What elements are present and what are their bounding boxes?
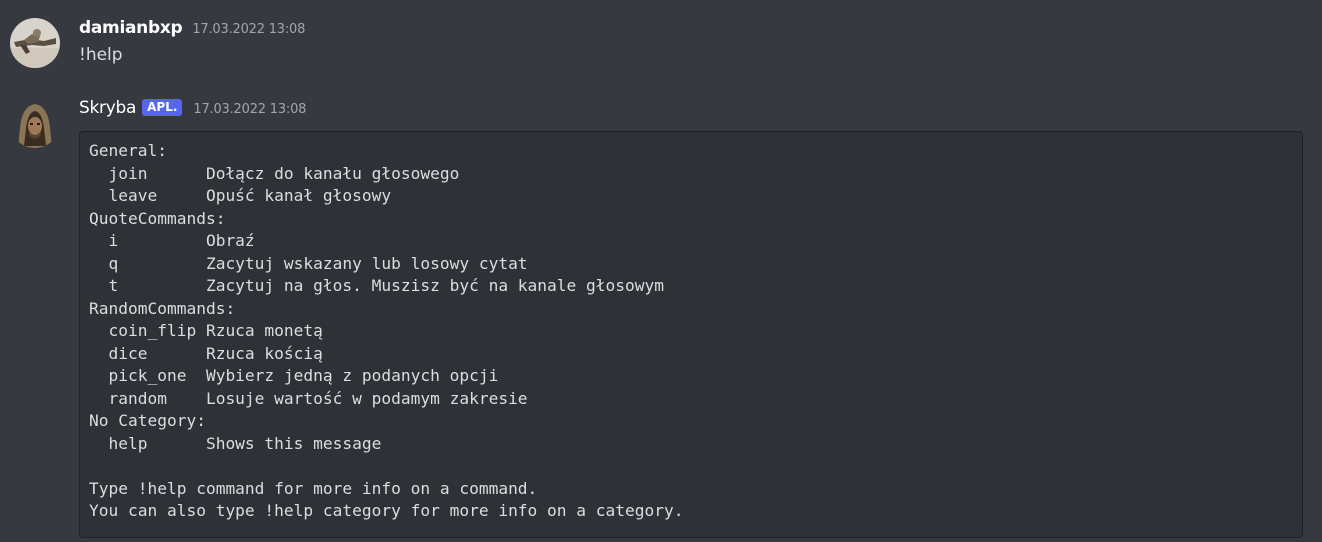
user-avatar-icon[interactable] (10, 18, 60, 68)
message-header: damianbxp 17.03.2022 13:08 (79, 18, 305, 38)
bot-avatar-icon[interactable] (10, 98, 60, 148)
code-block: General: join Dołącz do kanału głosowego… (79, 131, 1303, 538)
username[interactable]: damianbxp (79, 18, 183, 38)
app-badge: APL. (142, 99, 183, 116)
timestamp: 17.03.2022 13:08 (193, 102, 307, 117)
message-header: Skryba APL. 17.03.2022 13:08 (79, 98, 306, 118)
username[interactable]: Skryba (79, 98, 136, 118)
message-content: !help (79, 45, 123, 65)
code-block-text: General: join Dołącz do kanału głosowego… (89, 141, 684, 520)
timestamp: 17.03.2022 13:08 (192, 22, 306, 37)
